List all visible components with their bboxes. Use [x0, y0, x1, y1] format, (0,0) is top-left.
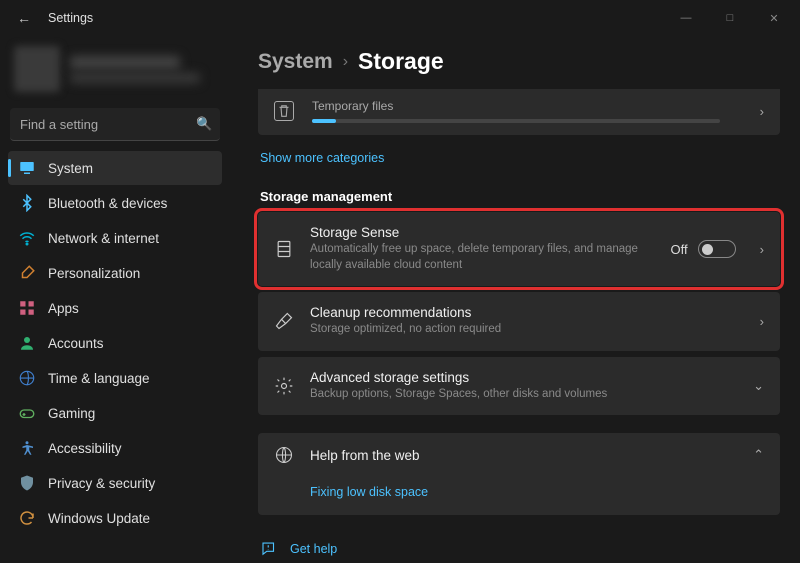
sidebar-item-apps[interactable]: Apps	[8, 291, 222, 325]
search-input[interactable]	[20, 117, 196, 132]
settings-card-storage-sense[interactable]: Storage Sense Automatically free up space…	[258, 212, 780, 286]
access-icon	[18, 439, 36, 457]
chevron-right-icon: ›	[760, 242, 764, 257]
card-title: Cleanup recommendations	[310, 305, 736, 320]
chevron-up-icon: ⌃	[753, 447, 764, 463]
back-button[interactable]: ←	[4, 10, 44, 26]
toggle-switch[interactable]	[698, 240, 736, 258]
card-title: Advanced storage settings	[310, 370, 729, 385]
toggle-label: Off	[671, 242, 688, 257]
chevron-down-icon: ⌄	[753, 378, 764, 394]
sidebar-item-label: Windows Update	[48, 511, 150, 526]
sidebar-item-label: System	[48, 161, 93, 176]
card-subtitle: Automatically free up space, delete temp…	[310, 242, 655, 273]
sidebar-item-bluetooth-devices[interactable]: Bluetooth & devices	[8, 186, 222, 220]
sidebar-item-system[interactable]: System	[8, 151, 222, 185]
person-icon	[18, 334, 36, 352]
shield-icon	[18, 474, 36, 492]
sidebar-item-label: Gaming	[48, 406, 95, 421]
apps-icon	[18, 299, 36, 317]
sidebar-item-gaming[interactable]: Gaming	[8, 396, 222, 430]
sidebar-item-label: Accounts	[48, 336, 104, 351]
wifi-icon	[18, 229, 36, 247]
search-icon: 🔍	[196, 116, 212, 132]
profile-email	[70, 73, 200, 83]
help-icon	[260, 539, 278, 559]
app-title: Settings	[48, 11, 93, 25]
sidebar-item-accessibility[interactable]: Accessibility	[8, 431, 222, 465]
sidebar-item-label: Time & language	[48, 371, 150, 386]
help-title: Help from the web	[310, 448, 729, 463]
close-button[interactable]: ✕	[752, 0, 796, 36]
update-icon	[18, 509, 36, 527]
sidebar-item-network-internet[interactable]: Network & internet	[8, 221, 222, 255]
sidebar-item-label: Apps	[48, 301, 79, 316]
gear-icon	[274, 376, 294, 396]
temp-files-label: Temporary files	[312, 99, 720, 113]
chevron-right-icon: ›	[760, 104, 764, 119]
avatar	[14, 46, 60, 92]
chevron-right-icon: ›	[760, 314, 764, 329]
sidebar-item-label: Privacy & security	[48, 476, 155, 491]
get-help-link[interactable]: Get help	[258, 533, 780, 563]
card-subtitle: Storage optimized, no action required	[310, 322, 736, 338]
profile-header[interactable]	[6, 40, 224, 102]
trash-icon	[274, 101, 294, 121]
chevron-right-icon: ›	[343, 53, 348, 71]
sidebar-item-label: Bluetooth & devices	[48, 196, 167, 211]
temporary-files-row[interactable]: Temporary files ›	[258, 89, 780, 135]
page-title: Storage	[358, 48, 444, 75]
settings-card-advanced-storage-settings[interactable]: Advanced storage settings Backup options,…	[258, 357, 780, 416]
help-link[interactable]: Fixing low disk space	[310, 485, 428, 499]
game-icon	[18, 404, 36, 422]
main-content: System › Storage Temporary files › Show …	[230, 36, 800, 563]
sidebar-item-privacy-security[interactable]: Privacy & security	[8, 466, 222, 500]
settings-card-cleanup-recommendations[interactable]: Cleanup recommendations Storage optimized…	[258, 292, 780, 351]
section-heading: Storage management	[260, 189, 778, 204]
globe-icon	[18, 369, 36, 387]
sidebar-item-personalization[interactable]: Personalization	[8, 256, 222, 290]
minimize-button[interactable]: ―	[664, 0, 708, 36]
get-help-label: Get help	[290, 542, 337, 556]
sidebar-item-windows-update[interactable]: Windows Update	[8, 501, 222, 535]
profile-name	[70, 56, 180, 69]
show-more-link[interactable]: Show more categories	[260, 151, 384, 165]
maximize-button[interactable]: □	[708, 0, 752, 36]
card-title: Storage Sense	[310, 225, 655, 240]
sidebar-item-accounts[interactable]: Accounts	[8, 326, 222, 360]
sidebar-item-label: Personalization	[48, 266, 140, 281]
broom-icon	[274, 311, 294, 331]
brush-icon	[18, 264, 36, 282]
sidebar: 🔍 System Bluetooth & devices Network & int…	[0, 36, 230, 563]
card-subtitle: Backup options, Storage Spaces, other di…	[310, 387, 729, 403]
breadcrumb-parent[interactable]: System	[258, 50, 333, 74]
breadcrumb: System › Storage	[258, 48, 780, 75]
sidebar-item-label: Network & internet	[48, 231, 159, 246]
temp-files-progress	[312, 119, 720, 123]
sidebar-item-label: Accessibility	[48, 441, 122, 456]
sidebar-item-time-language[interactable]: Time & language	[8, 361, 222, 395]
help-card: Help from the web ⌃ Fixing low disk spac…	[258, 433, 780, 515]
monitor-icon	[18, 159, 36, 177]
globe-icon	[274, 445, 294, 465]
help-header[interactable]: Help from the web ⌃	[258, 433, 780, 477]
titlebar: ← Settings ― □ ✕	[0, 0, 800, 36]
bluetooth-icon	[18, 194, 36, 212]
storage-icon	[274, 239, 294, 259]
search-box[interactable]: 🔍	[10, 108, 220, 141]
